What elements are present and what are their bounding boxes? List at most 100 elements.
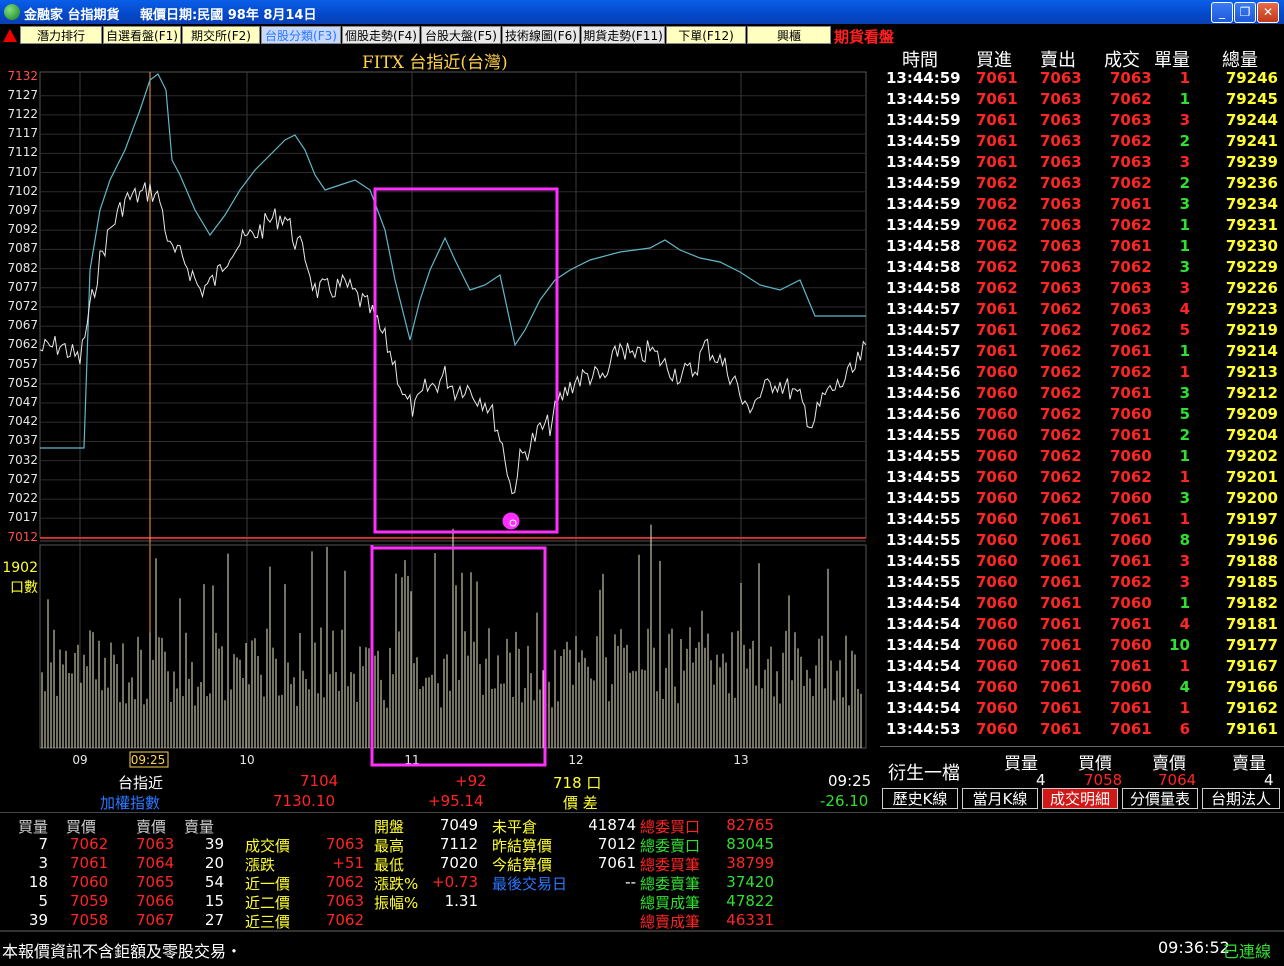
trade-time: 13:44:59 — [886, 216, 961, 234]
depth-ask-qty: 54 — [204, 873, 224, 891]
trade-time: 13:44:54 — [886, 699, 961, 717]
trade-bid: 7061 — [976, 300, 1018, 318]
trade-detail-button[interactable]: 成交明細 — [1042, 788, 1118, 809]
close-button[interactable]: ✕ — [1257, 2, 1279, 23]
c5-value: 83045 — [726, 835, 774, 853]
near-month-name: 台指近 — [118, 774, 164, 792]
trade-deal: 7061 — [1110, 657, 1152, 675]
c3-label: 振幅% — [374, 894, 419, 912]
history-kline-button[interactable]: 歷史K線 — [882, 788, 958, 809]
price-tick-label: 7097 — [7, 202, 38, 217]
trade-total: 79202 — [1225, 447, 1278, 465]
header-total: 總量 — [1222, 50, 1258, 71]
trade-row: 13:44:55 7060 7062 7060 1 79202 — [880, 446, 1284, 467]
depth-ask-price: 7066 — [136, 892, 175, 910]
monthly-kline-button[interactable]: 當月K線 — [962, 788, 1038, 809]
c5-label: 總買成筆 — [640, 894, 701, 912]
c2-label: 漲跌 — [245, 856, 276, 874]
trade-time: 13:44:55 — [886, 489, 961, 507]
trade-qty: 3 — [1179, 573, 1190, 591]
depth-ask-price: 7065 — [136, 873, 175, 891]
price-tick-label: 7032 — [7, 452, 38, 467]
trade-bid: 7060 — [976, 531, 1018, 549]
spread-label: 價 差 — [563, 794, 598, 812]
price-tick-label: 7122 — [7, 106, 38, 121]
trade-total: 79162 — [1225, 699, 1278, 717]
trade-bid: 7060 — [976, 657, 1018, 675]
price-tick-label: 7052 — [7, 375, 38, 390]
trade-deal: 7062 — [1110, 363, 1152, 381]
trade-ask: 7062 — [1040, 342, 1082, 360]
c5-value: 47822 — [726, 892, 774, 910]
chart-info-strip: 台指近 7104 +92 718 口 09:25 加權指數 7130.10 +9… — [0, 770, 880, 812]
trade-total: 79196 — [1225, 531, 1278, 549]
volume-max-label: 1902 — [2, 560, 38, 576]
price-tick-label: 7092 — [7, 222, 38, 237]
trade-time: 13:44:56 — [886, 384, 961, 402]
trade-total: 79177 — [1225, 636, 1278, 654]
trade-total: 79241 — [1225, 132, 1278, 150]
trade-ask: 7063 — [1040, 258, 1082, 276]
time-tick-label: 13 — [733, 753, 748, 767]
price-tick-label: 7127 — [7, 87, 38, 102]
trade-row: 13:44:58 7062 7063 7061 1 79230 — [880, 236, 1284, 257]
price-volume-button[interactable]: 分價量表 — [1122, 788, 1198, 809]
trade-deal: 7061 — [1110, 699, 1152, 717]
trade-ask: 7062 — [1040, 447, 1082, 465]
depth-ask-qty-header: 賣量 — [184, 818, 215, 836]
trade-qty: 2 — [1179, 174, 1190, 192]
trade-row: 13:44:54 7060 7061 7060 4 79166 — [880, 677, 1284, 698]
trade-ask: 7062 — [1040, 300, 1082, 318]
depth-bid-header: 買價 — [66, 818, 97, 836]
trade-ask: 7061 — [1040, 531, 1082, 549]
trade-time: 13:44:58 — [886, 279, 961, 297]
trade-qty: 5 — [1179, 405, 1190, 423]
trade-qty: 2 — [1179, 132, 1190, 150]
trade-bid: 7061 — [976, 111, 1018, 129]
trade-time: 13:44:58 — [886, 258, 961, 276]
minimize-button[interactable]: _ — [1211, 2, 1233, 23]
trade-ask: 7062 — [1040, 405, 1082, 423]
restore-button[interactable]: ❐ — [1234, 2, 1256, 23]
c4-label: 未平倉 — [492, 818, 538, 836]
depth-ask-qty: 39 — [204, 835, 224, 853]
depth-bid-price: 7058 — [70, 911, 109, 929]
trade-ask: 7062 — [1040, 426, 1082, 444]
c4-label: 昨結算價 — [492, 837, 553, 855]
trade-time: 13:44:56 — [886, 405, 961, 423]
trade-row: 13:44:54 7060 7061 7060 1 79182 — [880, 593, 1284, 614]
trade-total: 79212 — [1225, 384, 1278, 402]
trade-ask: 7061 — [1040, 615, 1082, 633]
trade-bid: 7062 — [976, 258, 1018, 276]
price-tick-label: 7047 — [7, 395, 38, 410]
trade-qty: 5 — [1179, 321, 1190, 339]
depth-ask-price: 7067 — [136, 911, 175, 929]
trade-total: 79244 — [1225, 111, 1278, 129]
trade-total: 79182 — [1225, 594, 1278, 612]
trade-ask: 7063 — [1040, 132, 1082, 150]
depth-bid-price: 7060 — [70, 873, 109, 891]
trade-bid: 7060 — [976, 489, 1018, 507]
trade-ask: 7063 — [1040, 216, 1082, 234]
trade-bid: 7060 — [976, 720, 1018, 738]
trade-bid: 7061 — [976, 342, 1018, 360]
trade-row: 13:44:54 7060 7061 7061 1 79167 — [880, 656, 1284, 677]
price-tick-label: 7102 — [7, 183, 38, 198]
institutional-button[interactable]: 台期法人 — [1202, 788, 1280, 809]
trade-qty: 1 — [1179, 69, 1190, 87]
trade-row: 13:44:56 7060 7062 7061 3 79212 — [880, 383, 1284, 404]
c2-label: 成交價 — [245, 837, 291, 855]
weighted-index-line — [40, 73, 866, 449]
trade-total: 79234 — [1225, 195, 1278, 213]
price-tick-label: 7057 — [7, 356, 38, 371]
trade-deal: 7062 — [1110, 468, 1152, 486]
trade-deal: 7063 — [1110, 153, 1152, 171]
trade-deal: 7062 — [1110, 90, 1152, 108]
depth-bid-price: 7061 — [70, 854, 109, 872]
trade-bid: 7060 — [976, 363, 1018, 381]
header-deal: 成交 — [1104, 50, 1140, 71]
trade-row: 13:44:59 7062 7063 7062 2 79236 — [880, 173, 1284, 194]
trade-total: 79245 — [1225, 90, 1278, 108]
trade-total: 79219 — [1225, 321, 1278, 339]
depth-ask-qty: 20 — [204, 854, 224, 872]
